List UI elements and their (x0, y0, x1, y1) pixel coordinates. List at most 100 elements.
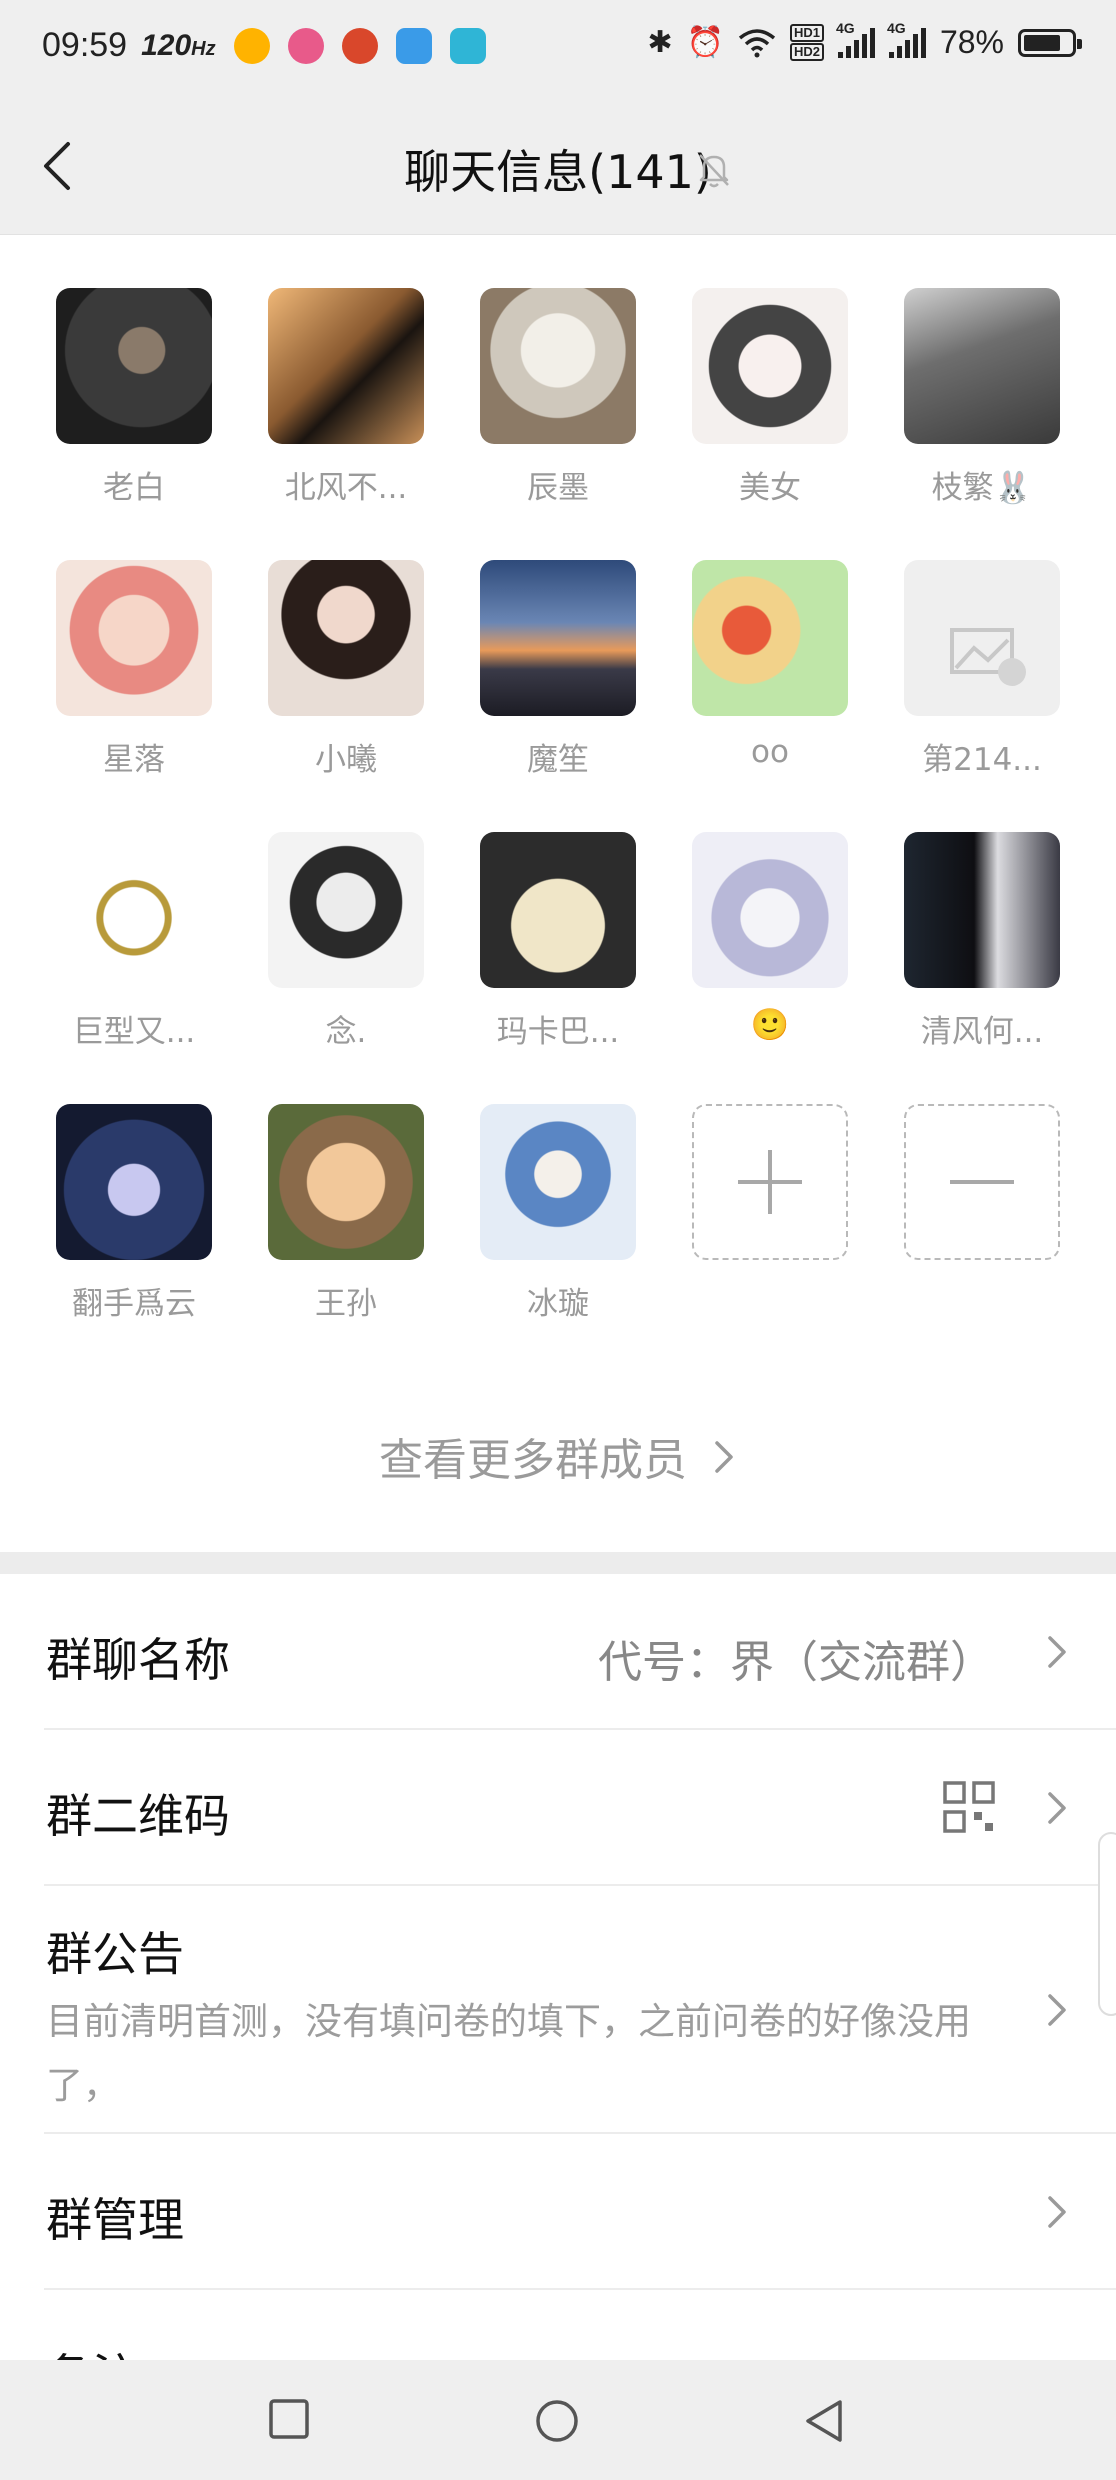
signal-2-icon: 4G (887, 20, 926, 58)
member-avatar[interactable] (56, 832, 212, 988)
circle-icon (536, 2400, 578, 2442)
bluetooth-icon: ✱ (647, 26, 673, 59)
group-remark-row[interactable]: 备注 (0, 2290, 1116, 2360)
member-avatar[interactable] (56, 560, 212, 716)
member-name: 星落 (103, 742, 165, 778)
member-avatar[interactable] (268, 560, 424, 716)
view-more-members-link[interactable]: 查看更多群成员 (0, 1424, 1116, 1488)
member-item[interactable]: 冰璇 (458, 1104, 658, 1323)
chevron-right-icon (1048, 1792, 1066, 1824)
member-avatar[interactable] (480, 832, 636, 988)
group-name-label: 群聊名称 (46, 1633, 230, 1687)
chevron-right-icon (715, 1441, 733, 1473)
member-name: 第214... (922, 742, 1042, 778)
remove-member-button[interactable] (904, 1104, 1060, 1260)
member-avatar[interactable] (480, 560, 636, 716)
member-item[interactable]: oo (670, 560, 870, 770)
member-avatar[interactable] (268, 832, 424, 988)
back-button[interactable] (802, 2398, 846, 2448)
recents-button[interactable] (268, 2398, 310, 2444)
member-name: 美女 (739, 470, 801, 506)
hd2-label: HD2 (789, 43, 824, 61)
mute-bell-icon (699, 154, 729, 188)
game-notification-icon (341, 27, 378, 64)
member-item[interactable]: 念. (246, 832, 446, 1051)
remove-member-item[interactable] (882, 1104, 1082, 1260)
member-avatar[interactable] (692, 288, 848, 444)
member-avatar[interactable] (56, 288, 212, 444)
member-avatar[interactable] (480, 288, 636, 444)
section-divider (0, 1552, 1116, 1574)
group-notice-label: 群公告 (46, 1927, 184, 1981)
hd1-label: HD1 (789, 24, 824, 42)
member-name: 念. (325, 1014, 367, 1050)
member-name: 🙂 (750, 1007, 790, 1043)
group-manage-label: 群管理 (46, 2193, 184, 2247)
refresh-rate-value: 120 (141, 28, 192, 62)
member-name: 冰璇 (527, 1286, 589, 1322)
member-avatar[interactable] (692, 832, 848, 988)
member-item[interactable]: 巨型又... (34, 832, 234, 1051)
add-member-item[interactable] (670, 1104, 870, 1260)
add-member-button[interactable] (692, 1104, 848, 1260)
member-item[interactable]: 枝繁🐰 (882, 288, 1082, 507)
member-item[interactable]: 北风不... (246, 288, 446, 507)
member-item[interactable]: 小曦 (246, 560, 446, 779)
battery-icon (1018, 28, 1082, 57)
member-name: 玛卡巴... (496, 1014, 620, 1050)
broken-image-icon (950, 628, 1026, 686)
member-item[interactable]: 老白 (34, 288, 234, 507)
member-name: 北风不... (284, 470, 408, 506)
group-name-row[interactable]: 群聊名称 代号：界（交流群） (0, 1574, 1116, 1730)
member-avatar[interactable] (904, 560, 1060, 716)
member-item[interactable]: 🙂 (670, 832, 870, 1043)
chevron-right-icon (1048, 2196, 1066, 2228)
side-edge-handle[interactable] (1098, 1832, 1116, 2016)
member-name: 辰墨 (527, 470, 589, 506)
member-name: 巨型又... (72, 1014, 196, 1050)
app-notification-icon (287, 27, 324, 64)
member-name: 小曦 (315, 742, 377, 778)
member-avatar[interactable] (692, 560, 848, 716)
member-avatar[interactable] (268, 288, 424, 444)
member-item[interactable]: 美女 (670, 288, 870, 507)
member-item[interactable]: 玛卡巴... (458, 832, 658, 1051)
page-title: 聊天信息(141) (404, 145, 712, 199)
square-icon (269, 2399, 309, 2439)
status-right: ✱ ⏰ HD1 HD2 4G 4G 78% (647, 20, 1082, 61)
group-qr-row[interactable]: 群二维码 (0, 1730, 1116, 1886)
battery-percent: 78% (939, 24, 1004, 60)
member-avatar[interactable] (56, 1104, 212, 1260)
member-item[interactable]: 辰墨 (458, 288, 658, 507)
member-item[interactable]: 第214... (882, 560, 1082, 779)
member-item[interactable]: 魔笙 (458, 560, 658, 779)
status-bar: 09:59 120Hz ✱ ⏰ HD1 HD2 4G 4G 78% (0, 0, 1116, 100)
member-item[interactable]: 星落 (34, 560, 234, 779)
member-name: 老白 (103, 470, 165, 506)
group-qr-label: 群二维码 (46, 1789, 230, 1843)
status-left: 09:59 120Hz (42, 26, 486, 65)
member-avatar[interactable] (480, 1104, 636, 1260)
chevron-right-icon (1048, 1636, 1066, 1668)
view-more-members-label: 查看更多群成员 (379, 1435, 687, 1486)
member-item[interactable]: 翻手爲云 (34, 1104, 234, 1323)
member-name: 枝繁🐰 (931, 470, 1033, 506)
member-avatar[interactable] (904, 288, 1060, 444)
plus-icon-v (768, 1150, 772, 1214)
member-item[interactable]: 王孙 (246, 1104, 446, 1323)
wifi-icon (738, 28, 776, 57)
member-item[interactable]: 清风何... (882, 832, 1082, 1051)
battery-fill (1024, 34, 1060, 51)
member-name: 王孙 (315, 1286, 377, 1322)
group-remark-label: 备注 (46, 2340, 138, 2360)
member-avatar[interactable] (904, 832, 1060, 988)
group-notice-text: 目前清明首测，没有填问卷的填下，之前问卷的好像没用了， (46, 2000, 971, 2107)
member-avatar[interactable] (268, 1104, 424, 1260)
home-button[interactable] (534, 2398, 580, 2448)
qq-notification-icon (233, 27, 270, 64)
refresh-rate-unit: Hz (191, 37, 216, 60)
group-notice-row[interactable]: 群公告 目前清明首测，没有填问卷的填下，之前问卷的好像没用了， (0, 1886, 1116, 2134)
nav-bar: 聊天信息(141) (0, 100, 1116, 235)
group-manage-row[interactable]: 群管理 (0, 2134, 1116, 2290)
group-name-value: 代号：界（交流群） (598, 1637, 994, 1688)
